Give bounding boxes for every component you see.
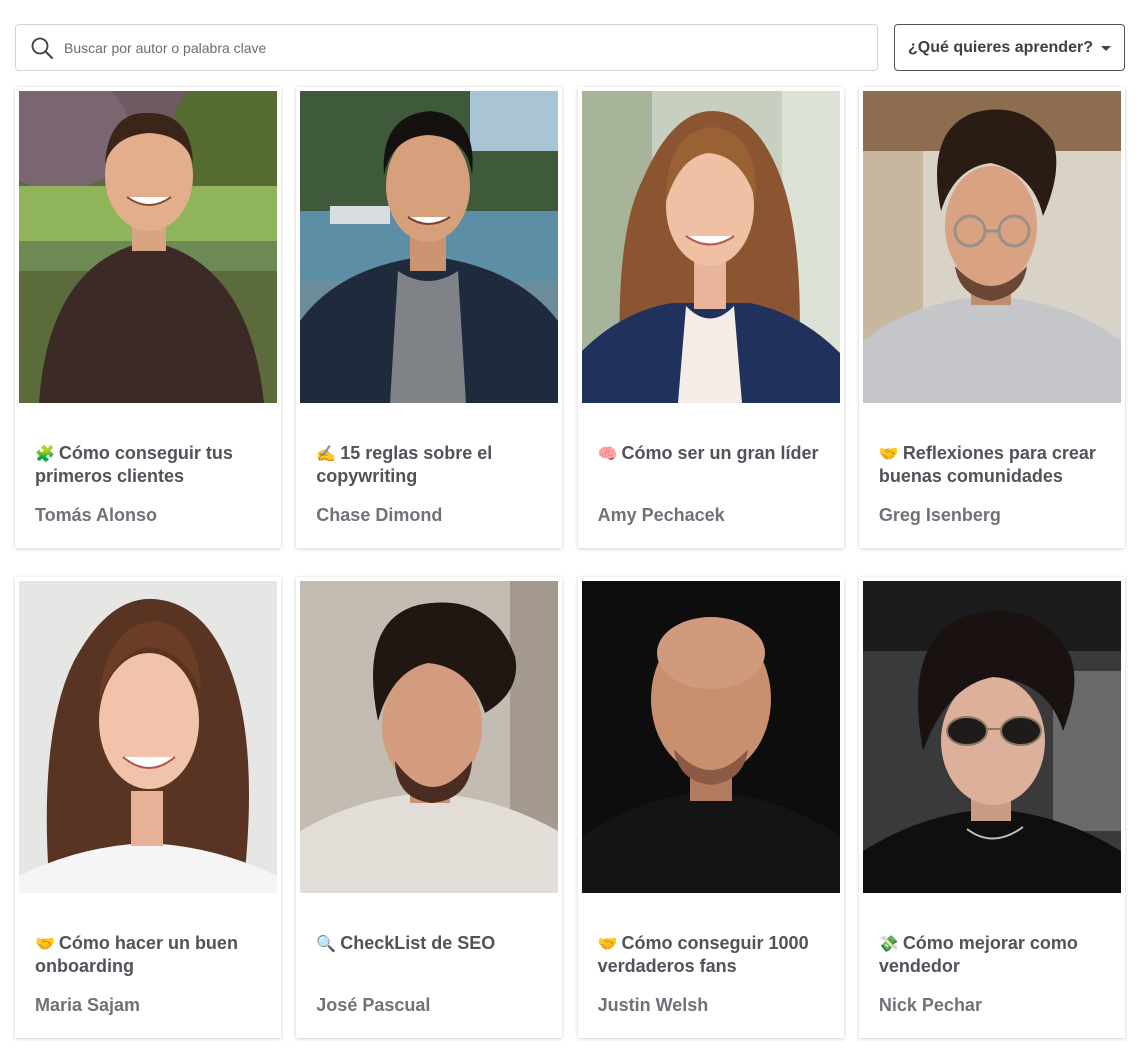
author-photo xyxy=(19,91,277,403)
card-title-text: Reflexiones para crear buenas comunidade… xyxy=(878,443,1096,486)
puzzle-icon: 🧩 xyxy=(35,444,55,463)
topic-filter-label: ¿Qué quieres aprender? xyxy=(908,38,1093,56)
card-author: Nick Pechar xyxy=(878,995,982,1015)
card[interactable]: 🧠 Cómo ser un gran líder Amy Pechacek xyxy=(577,87,844,548)
card-author: Chase Dimond xyxy=(316,505,443,525)
card[interactable]: 🤝 Cómo hacer un buen onboarding Maria Saj… xyxy=(15,577,281,1038)
card-title-text: Cómo ser un gran líder xyxy=(621,443,819,463)
card-author: Greg Isenberg xyxy=(878,505,1001,525)
author-photo xyxy=(581,581,840,893)
card-title: 🤝 Cómo conseguir 1000 verdaderos fans xyxy=(598,932,826,977)
card[interactable]: 💸 Cómo mejorar como vendedor Nick Pechar xyxy=(858,577,1125,1038)
magnifier-icon: 🔍 xyxy=(316,934,337,953)
card-author: Tomás Alonso xyxy=(35,505,158,525)
card-title-text: Cómo hacer un buen onboarding xyxy=(35,933,238,976)
handshake-icon: 🤝 xyxy=(597,934,618,953)
writing-hand-icon: ✍️ xyxy=(316,444,337,463)
card-title-text: CheckList de SEO xyxy=(340,933,496,953)
card-title: 🔍 CheckList de SEO xyxy=(316,932,544,955)
topic-filter-dropdown[interactable]: ¿Qué quieres aprender? xyxy=(894,24,1125,71)
card[interactable]: 🔍 CheckList de SEO José Pascual xyxy=(296,577,563,1038)
card-title: 🤝 Cómo hacer un buen onboarding xyxy=(35,932,263,977)
card-title-text: 15 reglas sobre el copywriting xyxy=(316,443,493,486)
author-photo xyxy=(300,91,559,403)
handshake-icon: 🤝 xyxy=(878,444,899,463)
author-photo xyxy=(862,91,1121,403)
brain-icon: 🧠 xyxy=(597,444,618,463)
card-title: ✍️ 15 reglas sobre el copywriting xyxy=(316,442,544,487)
card-title-text: Cómo conseguir 1000 verdaderos fans xyxy=(597,933,809,976)
author-photo xyxy=(862,581,1121,893)
handshake-icon: 🤝 xyxy=(35,934,55,953)
card-title: 💸 Cómo mejorar como vendedor xyxy=(879,932,1107,977)
search-icon xyxy=(29,35,55,61)
caret-down-icon xyxy=(1100,46,1111,51)
money-wings-icon: 💸 xyxy=(878,934,899,953)
card-title-text: Cómo mejorar como vendedor xyxy=(878,933,1078,976)
card-author: Maria Sajam xyxy=(35,995,141,1015)
card-author: Justin Welsh xyxy=(597,995,709,1015)
search-bar[interactable] xyxy=(15,24,878,71)
content-grid: 🧩 Cómo conseguir tus primeros clientes To… xyxy=(15,87,1125,1038)
card-title: 🧠 Cómo ser un gran líder xyxy=(598,442,826,465)
author-photo xyxy=(581,91,840,403)
author-photo xyxy=(19,581,277,893)
author-photo xyxy=(300,581,559,893)
card[interactable]: 🤝 Reflexiones para crear buenas comunidad… xyxy=(858,87,1125,548)
card[interactable]: 🧩 Cómo conseguir tus primeros clientes To… xyxy=(15,87,281,548)
card-author: José Pascual xyxy=(316,995,431,1015)
card-title: 🤝 Reflexiones para crear buenas comunidad… xyxy=(879,442,1107,487)
card[interactable]: ✍️ 15 reglas sobre el copywriting Chase D… xyxy=(296,87,563,548)
card-title-text: Cómo conseguir tus primeros clientes xyxy=(35,443,233,486)
card[interactable]: 🤝 Cómo conseguir 1000 verdaderos fans Jus… xyxy=(577,577,844,1038)
search-input[interactable] xyxy=(64,25,877,70)
card-author: Amy Pechacek xyxy=(597,505,725,525)
card-title: 🧩 Cómo conseguir tus primeros clientes xyxy=(35,442,263,487)
